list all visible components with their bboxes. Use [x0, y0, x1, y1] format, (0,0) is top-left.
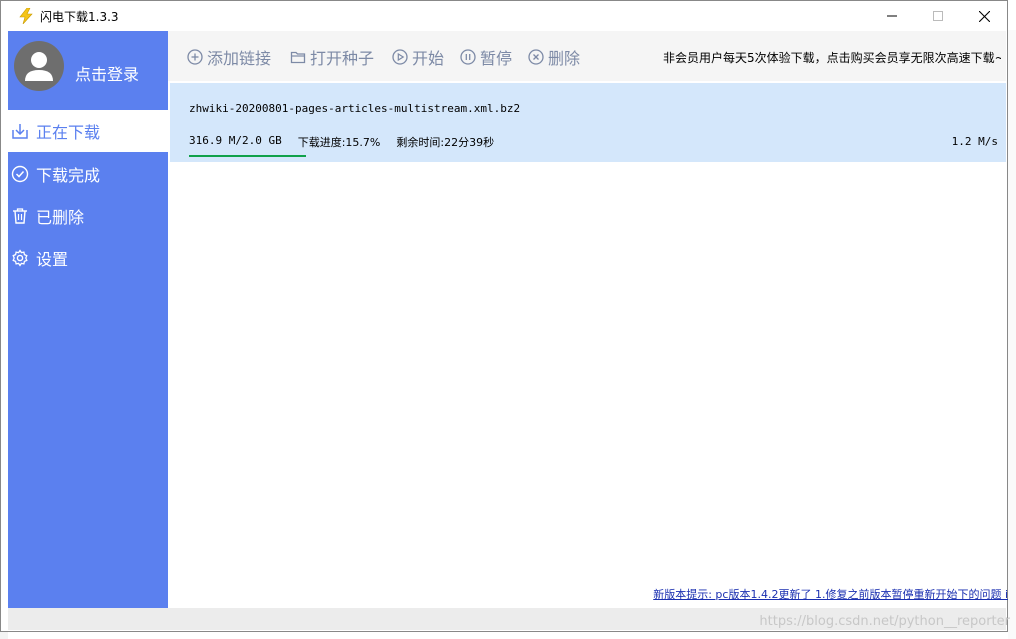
- membership-notice[interactable]: 非会员用户每天5次体验下载，点击购买会员享无限次高速下载~: [663, 49, 1001, 66]
- download-filename: zhwiki-20200801-pages-articles-multistre…: [189, 102, 521, 115]
- download-list: zhwiki-20200801-pages-articles-multistre…: [168, 81, 1006, 608]
- plus-circle-icon: [186, 48, 204, 66]
- download-stats: 316.9 M/2.0 GB 下载进度:15.7% 剩余时间:22分39秒: [189, 134, 510, 150]
- add-link-label: 添加链接: [207, 49, 272, 68]
- window-controls: [869, 1, 1007, 31]
- close-circle-icon: [527, 48, 545, 66]
- start-label: 开始: [412, 49, 445, 68]
- sidebar-item-settings[interactable]: 设置: [8, 237, 168, 279]
- login-link[interactable]: 点击登录: [75, 61, 139, 85]
- sidebar-item-downloading[interactable]: 正在下载: [8, 110, 168, 152]
- sidebar-item-deleted[interactable]: 已删除: [8, 195, 168, 237]
- download-size: 316.9 M/2.0 GB: [189, 134, 282, 147]
- maximize-button[interactable]: [915, 1, 961, 31]
- sidebar-item-label: 已删除: [36, 208, 85, 227]
- sidebar-item-label: 下载完成: [36, 166, 101, 185]
- download-progress-text: 下载进度:15.7%: [297, 136, 381, 149]
- start-button[interactable]: 开始: [391, 46, 444, 68]
- app-root: 闪电下载1.3.3 点击登录 正在下载 下载完成 已删除 设置 添加链接 打开种…: [0, 0, 1016, 639]
- trash-icon: [10, 206, 30, 226]
- pause-label: 暂停: [480, 49, 513, 68]
- sidebar-item-label: 正在下载: [36, 123, 101, 142]
- sidebar-item-label: 设置: [36, 250, 69, 269]
- gear-icon: [10, 248, 30, 268]
- add-link-button[interactable]: 添加链接: [186, 46, 271, 68]
- background-page-right: [1008, 30, 1016, 639]
- download-item[interactable]: zhwiki-20200801-pages-articles-multistre…: [170, 83, 1006, 162]
- watermark: https://blog.csdn.net/python__reporter: [759, 614, 1010, 629]
- toolbar: 添加链接 打开种子 开始 暂停 删除 非会员用户每天5次体验下载，点击购买会员享…: [168, 31, 1006, 81]
- user-area[interactable]: 点击登录: [8, 31, 168, 109]
- sidebar: 点击登录 正在下载 下载完成 已删除 设置: [8, 31, 168, 608]
- download-remaining: 剩余时间:22分39秒: [396, 136, 495, 149]
- window-title: 闪电下载1.3.3: [40, 9, 119, 24]
- delete-label: 删除: [548, 49, 581, 68]
- open-torrent-button[interactable]: 打开种子: [289, 46, 374, 68]
- title-bar[interactable]: 闪电下载1.3.3: [1, 1, 1007, 31]
- close-button[interactable]: [961, 1, 1007, 31]
- minimize-button[interactable]: [869, 1, 915, 31]
- open-torrent-label: 打开种子: [310, 49, 375, 68]
- delete-button[interactable]: 删除: [527, 46, 580, 68]
- avatar[interactable]: [14, 41, 64, 91]
- user-icon: [25, 52, 53, 81]
- pause-circle-icon: [459, 48, 477, 66]
- progress-fill: [189, 155, 307, 157]
- download-speed: 1.2 M/s: [951, 135, 998, 148]
- play-circle-icon: [391, 48, 409, 66]
- download-icon: [10, 121, 30, 141]
- update-notice-link[interactable]: 新版本提示: pc版本1.4.2更新了 1.修复之前版本暂停重新开始下的问题 i: [653, 586, 1008, 602]
- progress-bar: [189, 155, 997, 157]
- check-circle-icon: [10, 164, 30, 184]
- pause-button[interactable]: 暂停: [459, 46, 512, 68]
- lightning-icon: [18, 8, 34, 24]
- sidebar-item-completed[interactable]: 下载完成: [8, 153, 168, 195]
- folder-icon: [289, 48, 307, 66]
